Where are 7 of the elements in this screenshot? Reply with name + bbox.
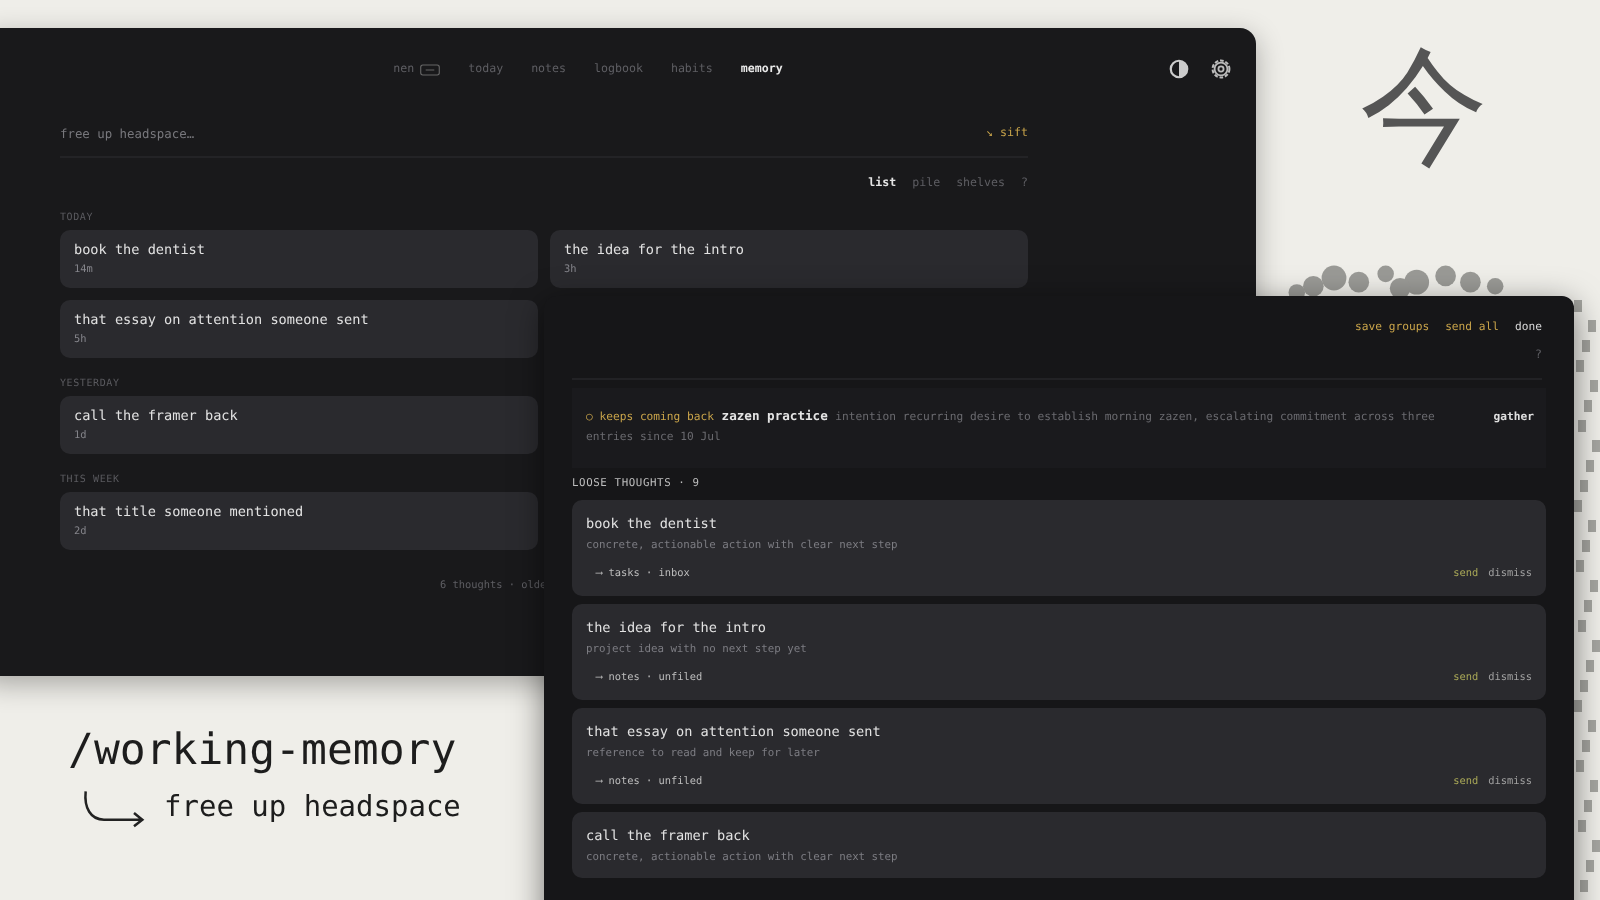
tagline: free up headspace <box>164 791 461 824</box>
page-title: /working-memory <box>68 728 459 776</box>
kanji-character: 今 <box>1360 44 1488 172</box>
key-icon <box>420 64 441 76</box>
settings-icon <box>1210 58 1232 80</box>
curved-arrow-icon <box>80 787 148 828</box>
contrast-icon <box>1168 58 1190 80</box>
